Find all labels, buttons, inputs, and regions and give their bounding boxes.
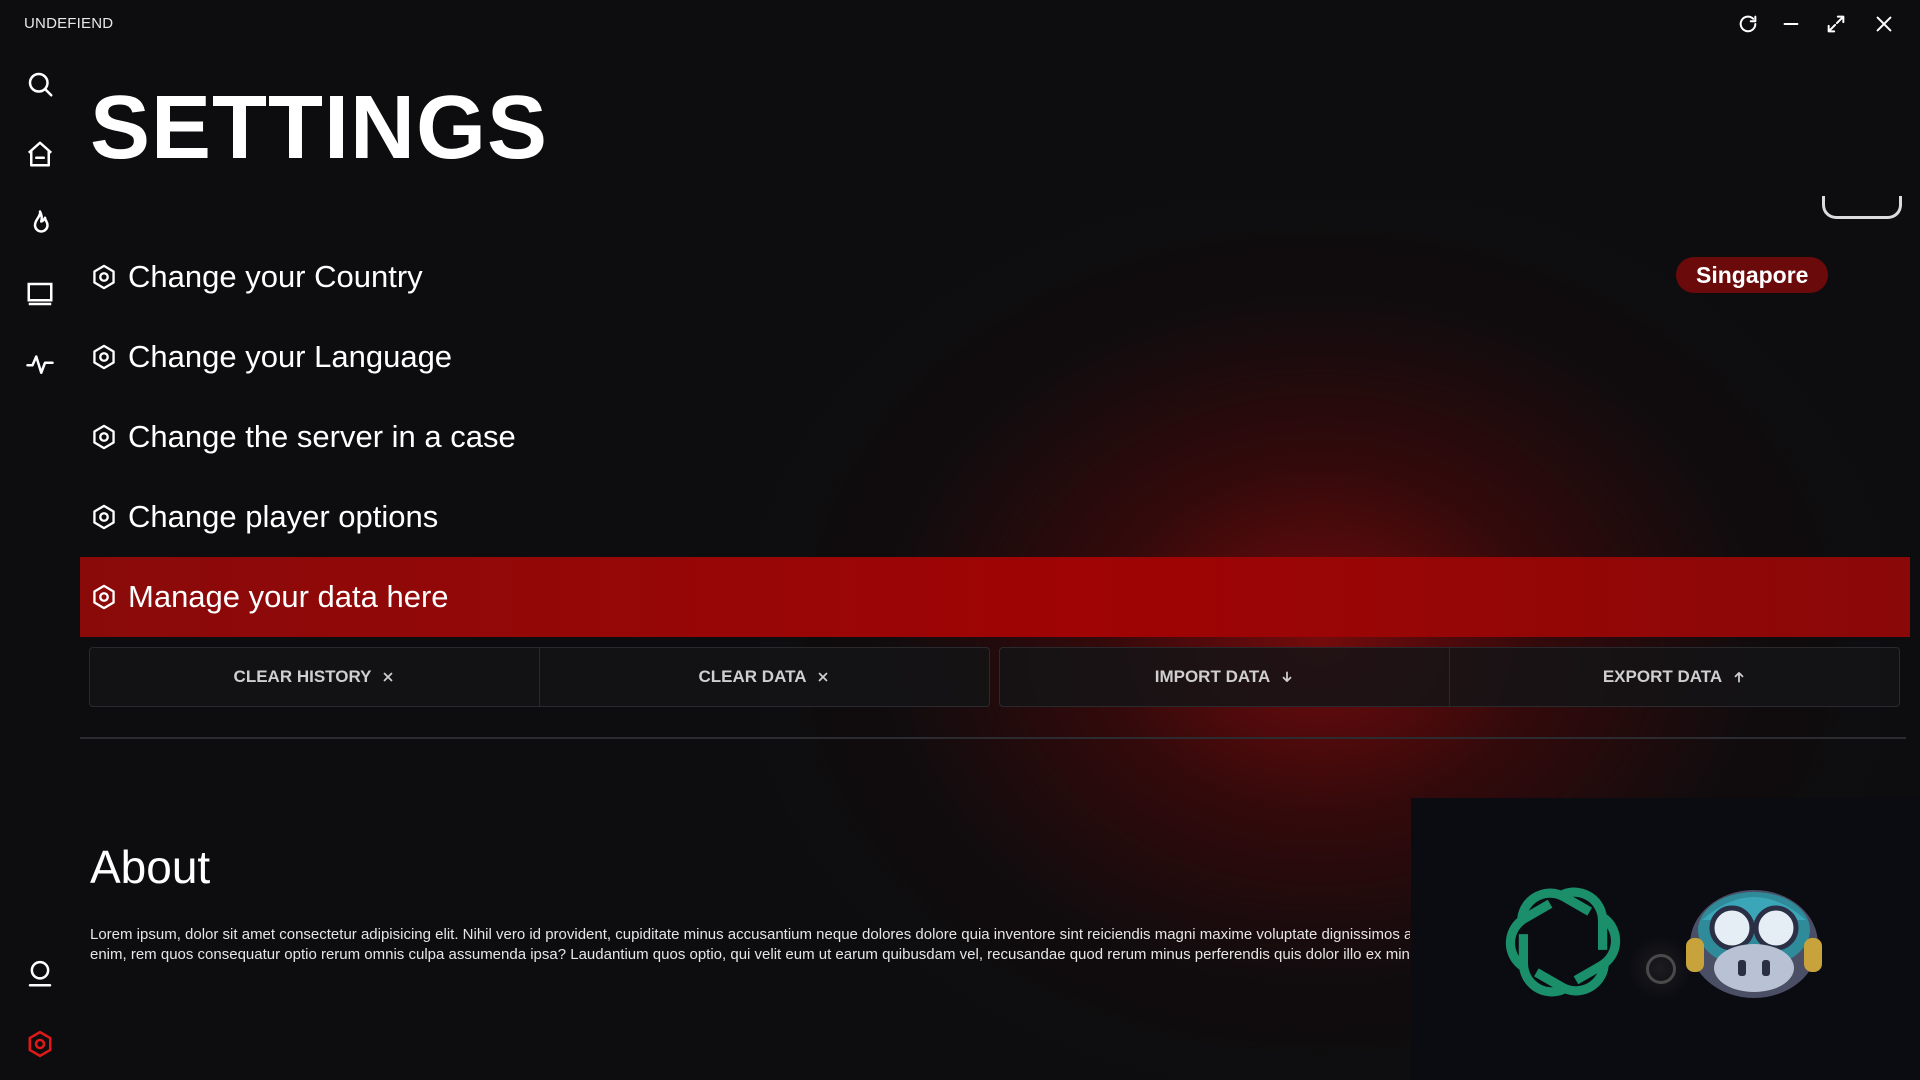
title-bar: UNDEFIEND [0,0,1920,48]
flame-icon [33,210,49,233]
sidebar [0,48,80,1080]
settings-icon [93,504,115,530]
search-icon [28,72,53,97]
about-title: About [90,841,211,893]
arrow-down-icon [1282,671,1292,682]
setting-label: Change your Language [128,339,453,374]
openai-logo-icon[interactable] [1497,876,1629,1008]
copilot-logo-icon[interactable] [1680,880,1828,1002]
loading-spinner-icon [1646,954,1676,984]
section-divider [80,737,1906,739]
clear-data-button[interactable]: CLEAR DATA [539,648,989,706]
settings-icon [93,264,115,290]
x-icon [384,672,393,682]
setting-label: Manage your data here [128,579,449,614]
clear-button-group: CLEAR HISTORY CLEAR DATA [89,647,990,707]
sidebar-item-tv[interactable] [20,274,60,314]
settings-icon [93,344,115,370]
sidebar-item-profile[interactable] [20,954,60,994]
refresh-icon [1739,15,1757,33]
close-button[interactable] [1869,9,1899,39]
settings-icon [93,424,115,450]
sidebar-item-activity[interactable] [20,344,60,384]
sidebar-item-search[interactable] [20,64,60,104]
app-title: UNDEFIEND [24,15,114,32]
settings-icon [93,584,115,610]
setting-row-country[interactable]: Change your Country [80,237,1910,317]
x-icon [819,672,828,682]
setting-label: Change the server in a case [128,419,516,454]
settings-icon [28,1030,52,1058]
refresh-button[interactable] [1733,9,1763,39]
about-text: Lorem ipsum, dolor sit amet consectetur … [90,926,1410,963]
setting-row-server[interactable]: Change the server in a case [80,397,1910,477]
home-icon [27,141,53,167]
maximize-button[interactable] [1821,9,1851,39]
transfer-button-group: IMPORT DATA EXPORT DATA [999,647,1900,707]
monitor-icon [27,282,53,306]
close-icon [1876,16,1892,32]
arrow-up-icon [1734,672,1744,683]
activity-icon [26,355,54,374]
minimize-button[interactable] [1776,9,1806,39]
sidebar-item-home[interactable] [20,134,60,174]
user-icon [28,960,52,987]
clear-history-button[interactable]: CLEAR HISTORY [90,648,539,706]
page-title: SETTINGS [90,78,549,178]
sidebar-item-trending[interactable] [20,204,60,244]
setting-label: Change your Country [128,259,423,294]
toggle-switch[interactable] [1822,196,1902,219]
sidebar-item-settings[interactable] [20,1024,60,1064]
setting-row-player[interactable]: Change player options [80,477,1910,557]
maximize-icon [1827,15,1845,33]
country-badge[interactable]: Singapore [1676,257,1829,293]
partial-setting-row [80,178,1910,214]
import-data-button[interactable]: IMPORT DATA [1000,648,1449,706]
export-data-button[interactable]: EXPORT DATA [1449,648,1899,706]
setting-row-language[interactable]: Change your Language [80,317,1910,397]
setting-row-data[interactable]: Manage your data here [80,557,1910,637]
minimize-icon [1783,22,1799,26]
setting-label: Change player options [128,499,439,534]
